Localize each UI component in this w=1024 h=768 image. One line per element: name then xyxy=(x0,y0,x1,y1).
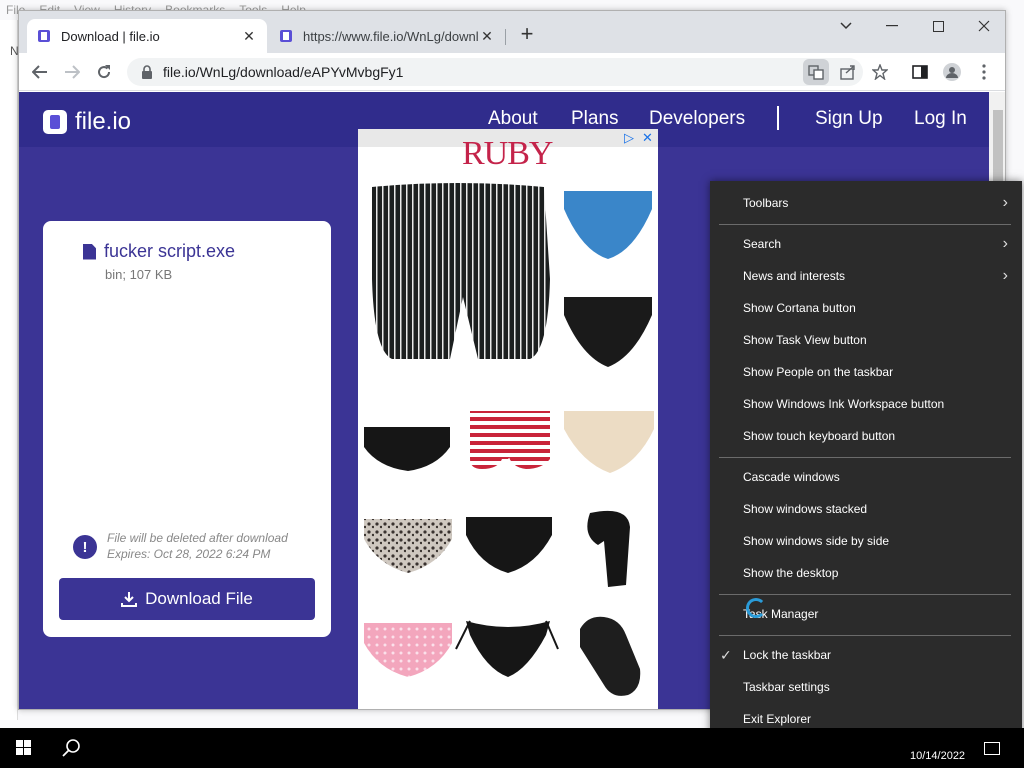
tab-search-chevron-icon[interactable] xyxy=(823,11,869,41)
tab-title: Download | file.io xyxy=(61,28,160,44)
new-tab-button[interactable]: + xyxy=(517,23,537,45)
browser-toolbar: file.io/WnLg/download/eAPYvMvbgFy1 xyxy=(19,53,1005,91)
reload-icon[interactable] xyxy=(91,59,117,85)
nav-sign-up[interactable]: Sign Up xyxy=(815,108,883,130)
file-name-text: fucker script.exe xyxy=(104,241,236,261)
tab-close-icon[interactable]: ✕ xyxy=(479,28,495,45)
checkmark-icon: ✓ xyxy=(720,646,732,663)
tab-close-icon[interactable]: ✕ xyxy=(241,28,257,45)
site-logo[interactable]: file.io xyxy=(43,108,131,136)
kebab-menu-icon[interactable] xyxy=(971,59,997,85)
profile-avatar-icon[interactable] xyxy=(939,59,965,85)
menu-item-label: Show People on the taskbar xyxy=(743,365,894,379)
back-arrow-icon[interactable] xyxy=(27,59,53,85)
tab-download-fileio[interactable]: Download | file.io ✕ xyxy=(27,19,267,53)
chevron-right-icon: › xyxy=(1002,235,1008,252)
menu-separator xyxy=(719,594,1011,595)
nav-log-in[interactable]: Log In xyxy=(914,108,967,130)
menu-item-label: Taskbar settings xyxy=(743,680,830,694)
download-icon xyxy=(121,592,138,607)
taskbar-date[interactable]: 10/14/2022 xyxy=(910,750,965,762)
file-icon xyxy=(83,243,96,260)
menu-item-label: Lock the taskbar xyxy=(743,648,832,662)
ad-product-images xyxy=(364,183,654,696)
nav-plans[interactable]: Plans xyxy=(571,108,619,130)
file-name[interactable]: fucker script.exe xyxy=(83,241,236,262)
menu-item-taskbar-settings[interactable]: Taskbar settings xyxy=(710,672,1022,702)
menu-item-show-desktop[interactable]: Show the desktop xyxy=(710,558,1022,588)
menu-item-windows-stacked[interactable]: Show windows stacked xyxy=(710,494,1022,524)
notification-icon[interactable] xyxy=(984,742,1000,755)
nav-divider xyxy=(777,106,779,130)
tab-title: https://www.file.io/WnLg/downlo xyxy=(303,28,479,44)
windows-start-icon[interactable] xyxy=(16,740,32,756)
logo-text: file.io xyxy=(75,108,132,135)
bookmark-star-icon[interactable] xyxy=(867,59,893,85)
menu-item-label: Show Windows Ink Workspace button xyxy=(743,397,945,411)
nav-about[interactable]: About xyxy=(488,108,538,130)
menu-item-news-and-interests[interactable]: News and interests › xyxy=(710,261,1022,291)
fileio-favicon-icon xyxy=(38,30,50,42)
exclamation-icon: ! xyxy=(73,535,97,559)
address-bar[interactable]: file.io/WnLg/download/eAPYvMvbgFy1 xyxy=(127,58,863,86)
advertisement[interactable]: ▷ ✕ RUBY xyxy=(358,129,658,709)
file-meta: bin; 107 KB xyxy=(105,267,173,282)
menu-item-label: Exit Explorer xyxy=(743,712,812,726)
menu-item-label: Show the desktop xyxy=(743,566,839,580)
menu-separator xyxy=(719,635,1011,636)
lock-icon[interactable] xyxy=(141,65,153,79)
taskbar-context-menu: Toolbars › Search › News and interests ›… xyxy=(710,181,1022,746)
menu-separator xyxy=(719,224,1011,225)
forward-arrow-icon[interactable] xyxy=(59,59,85,85)
download-file-button[interactable]: Download File xyxy=(59,578,315,620)
menu-separator xyxy=(719,457,1011,458)
fileio-logo-icon xyxy=(43,110,67,134)
minimize-button[interactable] xyxy=(869,11,915,41)
search-icon[interactable] xyxy=(62,738,82,758)
tab-fileio-url[interactable]: https://www.file.io/WnLg/downlo ✕ xyxy=(269,19,505,53)
windows-taskbar: 10/14/2022 xyxy=(0,728,1024,768)
close-window-button[interactable] xyxy=(961,11,1005,41)
chevron-right-icon: › xyxy=(1002,267,1008,284)
menu-item-lock-taskbar[interactable]: ✓ Lock the taskbar xyxy=(710,640,1022,670)
menu-item-cascade-windows[interactable]: Cascade windows xyxy=(710,462,1022,492)
menu-item-search[interactable]: Search › xyxy=(710,229,1022,259)
menu-item-label: Show touch keyboard button xyxy=(743,429,896,443)
menu-item-label: Search xyxy=(743,237,782,251)
menu-item-show-cortana[interactable]: Show Cortana button xyxy=(710,293,1022,323)
download-label: Download File xyxy=(145,589,253,608)
expiry-text: Expires: Oct 28, 2022 6:24 PM xyxy=(107,547,271,561)
menu-item-label: Show windows side by side xyxy=(743,534,890,548)
address-text: file.io/WnLg/download/eAPYvMvbgFy1 xyxy=(163,64,404,80)
menu-item-label: Cascade windows xyxy=(743,470,840,484)
side-panel-icon[interactable] xyxy=(907,59,933,85)
translate-icon[interactable] xyxy=(803,59,829,85)
nav-developers[interactable]: Developers xyxy=(649,108,745,130)
share-icon[interactable] xyxy=(835,59,861,85)
expiry-warning: ! File will be deleted after download Ex… xyxy=(73,530,288,562)
menu-item-label: Toolbars xyxy=(743,196,789,210)
warning-text: File will be deleted after download xyxy=(107,531,288,545)
menu-item-side-by-side[interactable]: Show windows side by side xyxy=(710,526,1022,556)
file-card: fucker script.exe bin; 107 KB ! File wil… xyxy=(43,221,331,637)
background-sidebar: N xyxy=(0,20,19,720)
menu-item-label: Show windows stacked xyxy=(743,502,868,516)
tab-separator xyxy=(505,29,506,45)
chevron-right-icon: › xyxy=(1002,194,1008,211)
menu-item-label: Show Cortana button xyxy=(743,301,856,315)
fileio-favicon-icon xyxy=(280,30,292,42)
maximize-button[interactable] xyxy=(915,11,961,41)
menu-item-toolbars[interactable]: Toolbars › xyxy=(710,188,1022,218)
menu-item-show-task-view[interactable]: Show Task View button xyxy=(710,325,1022,355)
menu-item-show-people[interactable]: Show People on the taskbar xyxy=(710,357,1022,387)
menu-item-show-touch-keyboard[interactable]: Show touch keyboard button xyxy=(710,421,1022,451)
menu-item-show-ink-workspace[interactable]: Show Windows Ink Workspace button xyxy=(710,389,1022,419)
menu-item-label: News and interests xyxy=(743,269,846,283)
busy-cursor-icon xyxy=(746,598,766,618)
menu-item-label: Show Task View button xyxy=(743,333,867,347)
tab-strip: Download | file.io ✕ https://www.file.io… xyxy=(19,11,1005,53)
